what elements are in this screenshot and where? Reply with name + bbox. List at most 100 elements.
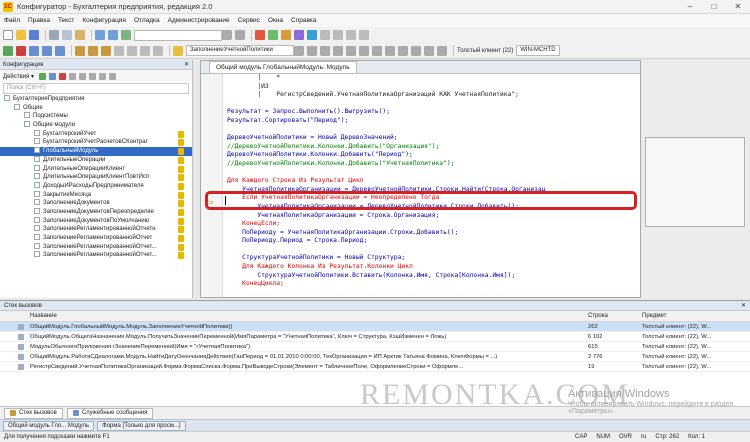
- move-down-icon[interactable]: [78, 72, 86, 80]
- menu-file[interactable]: Файл: [4, 17, 20, 24]
- query-builder-icon[interactable]: [424, 45, 434, 56]
- tree-item[interactable]: ЗаполнениеДокументовПоУмолчанию: [0, 216, 192, 226]
- tree-item[interactable]: ДлительныеОперации: [0, 155, 192, 165]
- tree-item[interactable]: ЗаполнениеРегламентированнойОтчет...: [0, 242, 192, 252]
- editor-gutter[interactable]: [201, 74, 223, 297]
- outdent-icon[interactable]: [398, 45, 408, 56]
- locals-icon[interactable]: [114, 45, 124, 56]
- tree-search-field[interactable]: Поиск (Ctrl+F): [3, 83, 189, 94]
- move-up-icon[interactable]: [68, 72, 76, 80]
- database-icon[interactable]: [294, 30, 304, 40]
- code-line[interactable]: Для Каждого Колонка Из Результат.Колонки…: [227, 263, 634, 272]
- editor-tab-title[interactable]: Общий модуль ГлобальныйМодуль: Модуль: [209, 61, 357, 73]
- tree-item[interactable]: ЗакрытиеМесяца: [0, 190, 192, 200]
- code-line[interactable]: //ДеревоУчетнойПолитики.Колонки.Добавить…: [227, 143, 634, 152]
- code-line[interactable]: КонецЕсли;: [227, 220, 634, 229]
- window-tab-module[interactable]: Общий модуль Гло... Модуль: [3, 420, 95, 431]
- code-line[interactable]: [227, 100, 634, 109]
- search-input[interactable]: [134, 29, 222, 41]
- code-line[interactable]: СтруктураУчетнойПолитики = Новый Структу…: [227, 254, 634, 263]
- menu-windows[interactable]: Окна: [268, 17, 283, 24]
- code-line[interactable]: КонецЦикла;: [227, 280, 634, 289]
- cut-icon[interactable]: [49, 30, 59, 40]
- code-line[interactable]: |ИЗ: [227, 83, 634, 92]
- indent-icon[interactable]: [385, 45, 395, 56]
- open-folder-icon[interactable]: [16, 30, 26, 40]
- window-tab-form[interactable]: Форма [Только для просм...]: [97, 420, 186, 431]
- table-row[interactable]: РегистрСведений.УчетнаяПолитикаОрганизац…: [0, 362, 750, 372]
- code-area[interactable]: | * |ИЗ | РегистрСведений.УчетнаяПолитик…: [227, 74, 634, 297]
- template-icon[interactable]: [333, 45, 343, 56]
- column-line[interactable]: Строка: [588, 313, 608, 319]
- code-line[interactable]: [227, 169, 634, 178]
- code-line[interactable]: Результат = Запрос.Выполнить().Выгрузить…: [227, 108, 634, 117]
- step-over-icon[interactable]: [42, 45, 52, 56]
- redo-icon[interactable]: [108, 30, 118, 40]
- client-combo[interactable]: WIN-MCHTD: [516, 45, 561, 56]
- menu-administration[interactable]: Администрирование: [168, 17, 230, 24]
- code-line[interactable]: УчетнаяПолитикаОрганизации = Строка.Орга…: [227, 212, 634, 221]
- tree-item[interactable]: ГлобальныйМодуль: [0, 147, 192, 156]
- menu-edit[interactable]: Правка: [28, 17, 50, 24]
- tree-item[interactable]: БухгалтерскийУчет: [0, 129, 192, 139]
- configuration-icon[interactable]: [281, 30, 291, 40]
- new-document-icon[interactable]: [3, 30, 13, 40]
- step-out-icon[interactable]: [55, 45, 65, 56]
- breakpoint-icon[interactable]: [255, 30, 265, 40]
- menu-debug[interactable]: Отладка: [134, 17, 160, 24]
- code-line[interactable]: СтруктураУчетнойПолитики.Вставить(Колонк…: [227, 272, 634, 281]
- minimize-button[interactable]: –: [678, 0, 702, 14]
- code-line[interactable]: ДеревоУчетнойПолитики.Колонки.Добавить("…: [227, 151, 634, 160]
- connect-icon[interactable]: [153, 45, 163, 56]
- actions-menu[interactable]: Действия ▾: [3, 73, 34, 80]
- stop-icon[interactable]: [16, 45, 26, 56]
- code-line[interactable]: [227, 126, 634, 135]
- table-row[interactable]: ОбщийМодуль.РаботаСДиалогами.Модуль.Найт…: [0, 352, 750, 362]
- tree-item[interactable]: ЗаполнениеДокументовПереопределяе: [0, 207, 192, 217]
- tab-call-stack[interactable]: Стек вызовов: [4, 407, 63, 419]
- close-icon[interactable]: ✕: [184, 60, 189, 70]
- copy-icon[interactable]: [62, 30, 72, 40]
- watch-icon[interactable]: [75, 45, 85, 56]
- code-line[interactable]: ПоПериоду.Период = Строка.Период;: [227, 237, 634, 246]
- form-builder-icon[interactable]: [437, 45, 447, 56]
- wizard-icon[interactable]: [411, 45, 421, 56]
- menu-text[interactable]: Текст: [58, 17, 74, 24]
- delete-icon[interactable]: [58, 72, 66, 80]
- tree-item[interactable]: ДлительныеОперацииКлиентПовтИсп: [0, 173, 192, 182]
- table-row[interactable]: ОбщийМодуль.ОбщегоНазначения.Модуль.Полу…: [0, 332, 750, 342]
- tree-item[interactable]: ДоходыИРасходыПредпринимателя: [0, 181, 192, 191]
- paste-icon[interactable]: [75, 30, 85, 40]
- column-name[interactable]: Название: [30, 313, 57, 319]
- tree-item[interactable]: ЗаполнениеДокументов: [0, 199, 192, 208]
- tree-item[interactable]: ЗаполнениеРегламентированнойОтчетн: [0, 225, 192, 234]
- menu-configuration[interactable]: Конфигурация: [82, 17, 126, 24]
- code-line[interactable]: Результат.Сортировать("Период");: [227, 117, 634, 126]
- bookmark-icon[interactable]: [320, 45, 330, 56]
- search-next-icon[interactable]: [222, 30, 232, 40]
- find-icon[interactable]: [121, 30, 131, 40]
- code-line[interactable]: [227, 289, 634, 297]
- undo-icon[interactable]: [95, 30, 105, 40]
- menu-help[interactable]: Справка: [291, 17, 317, 24]
- search-prev-icon[interactable]: [235, 30, 245, 40]
- code-line[interactable]: [227, 246, 634, 255]
- call-stack-icon[interactable]: [101, 45, 111, 56]
- debug-items-icon[interactable]: [140, 45, 150, 56]
- breakpoints-list-icon[interactable]: [127, 45, 137, 56]
- filter-icon[interactable]: [98, 72, 106, 80]
- module-procedure-combo[interactable]: ЗаполнениеУчетнойПолитики: [186, 45, 294, 56]
- table-row[interactable]: МодульОбычногоПриложения.гЗначениеПереме…: [0, 342, 750, 352]
- uncomment-icon[interactable]: [372, 45, 382, 56]
- code-line[interactable]: Для Каждого Строка Из Результат Цикл: [227, 177, 634, 186]
- code-line[interactable]: //ДеревоУчетнойПолитики.Колонки.Добавить…: [227, 160, 634, 169]
- continue-icon[interactable]: [3, 45, 13, 56]
- column-subject[interactable]: Предмет: [642, 313, 666, 319]
- maximize-button[interactable]: □: [702, 0, 726, 14]
- settings-icon[interactable]: [320, 30, 330, 40]
- tab-service-messages[interactable]: Служебные сообщения: [66, 407, 154, 419]
- procedure-list-icon[interactable]: [294, 45, 304, 56]
- comment-icon[interactable]: [359, 45, 369, 56]
- run-debug-icon[interactable]: [268, 30, 278, 40]
- update-icon[interactable]: [307, 30, 317, 40]
